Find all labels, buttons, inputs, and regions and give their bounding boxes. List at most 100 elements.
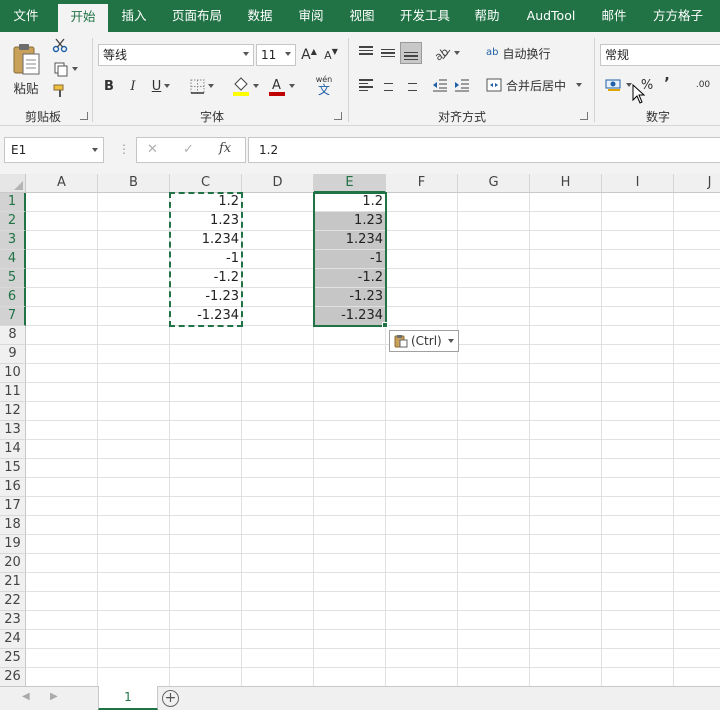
comma-style-button[interactable]: ’ [660,72,674,94]
row-header-15[interactable]: 15 [0,459,26,478]
cell-a20[interactable] [26,554,98,573]
cell-h19[interactable] [530,535,602,554]
cell-b9[interactable] [98,345,170,364]
cell-d12[interactable] [242,402,314,421]
alignment-launcher-icon[interactable] [580,112,588,120]
cell-b16[interactable] [98,478,170,497]
cell-a12[interactable] [26,402,98,421]
cell-i24[interactable] [602,630,674,649]
cell-c11[interactable] [170,383,242,402]
cell-e13[interactable] [314,421,386,440]
cell-j21[interactable] [674,573,720,592]
tab-help[interactable]: 帮助 [464,0,510,32]
cell-f25[interactable] [386,649,458,668]
cell-f13[interactable] [386,421,458,440]
cell-b8[interactable] [98,326,170,345]
cell-i21[interactable] [602,573,674,592]
cell-f4[interactable] [386,250,458,269]
cell-h3[interactable] [530,231,602,250]
row-header-12[interactable]: 12 [0,402,26,421]
cell-f26[interactable] [386,668,458,686]
name-box[interactable]: E1 [4,137,104,163]
cell-g7[interactable] [458,307,530,326]
cell-f22[interactable] [386,592,458,611]
tab-data[interactable]: 数据 [236,0,284,32]
cell-i10[interactable] [602,364,674,383]
row-header-17[interactable]: 17 [0,497,26,516]
row-header-16[interactable]: 16 [0,478,26,497]
cell-b18[interactable] [98,516,170,535]
cell-g11[interactable] [458,383,530,402]
cell-d9[interactable] [242,345,314,364]
cell-g6[interactable] [458,288,530,307]
row-header-22[interactable]: 22 [0,592,26,611]
cell-j1[interactable] [674,193,720,212]
cell-e20[interactable] [314,554,386,573]
cell-g23[interactable] [458,611,530,630]
cell-f16[interactable] [386,478,458,497]
cell-e12[interactable] [314,402,386,421]
cell-g20[interactable] [458,554,530,573]
cell-a13[interactable] [26,421,98,440]
cell-b11[interactable] [98,383,170,402]
column-header-j[interactable]: J [674,174,720,193]
cell-h21[interactable] [530,573,602,592]
cell-g2[interactable] [458,212,530,231]
tab-ffcell[interactable]: 方方格子 [640,0,716,32]
cell-j23[interactable] [674,611,720,630]
row-header-6[interactable]: 6 [0,288,26,307]
cell-i6[interactable] [602,288,674,307]
bold-button[interactable]: B [100,76,118,96]
cell-c14[interactable] [170,440,242,459]
cell-d19[interactable] [242,535,314,554]
cell-f1[interactable] [386,193,458,212]
tab-developer[interactable]: 开发工具 [390,0,460,32]
cell-d5[interactable] [242,269,314,288]
font-launcher-icon[interactable] [334,112,342,120]
underline-button[interactable]: U [146,76,176,96]
cell-e21[interactable] [314,573,386,592]
cell-c4[interactable]: -1 [170,250,242,269]
increase-indent-button[interactable] [452,74,472,96]
cell-h5[interactable] [530,269,602,288]
cell-j11[interactable] [674,383,720,402]
cell-g24[interactable] [458,630,530,649]
cell-c17[interactable] [170,497,242,516]
cell-g18[interactable] [458,516,530,535]
column-header-a[interactable]: A [26,174,98,193]
cell-d20[interactable] [242,554,314,573]
cell-j6[interactable] [674,288,720,307]
cell-a4[interactable] [26,250,98,269]
row-header-1[interactable]: 1 [0,193,26,212]
row-header-2[interactable]: 2 [0,212,26,231]
align-middle-button[interactable] [378,42,398,64]
cell-i14[interactable] [602,440,674,459]
cell-d13[interactable] [242,421,314,440]
cell-d23[interactable] [242,611,314,630]
cell-i9[interactable] [602,345,674,364]
cell-a26[interactable] [26,668,98,686]
cell-e19[interactable] [314,535,386,554]
font-color-button[interactable]: A [264,74,298,98]
cell-d15[interactable] [242,459,314,478]
cell-j13[interactable] [674,421,720,440]
cell-e24[interactable] [314,630,386,649]
cell-b6[interactable] [98,288,170,307]
cell-j16[interactable] [674,478,720,497]
cell-j17[interactable] [674,497,720,516]
paste-options-button[interactable]: (Ctrl) [389,330,459,352]
clipboard-launcher-icon[interactable] [80,112,88,120]
cell-j12[interactable] [674,402,720,421]
font-name-select[interactable]: 等线 [98,44,254,66]
cell-e4[interactable]: -1 [314,250,386,269]
cell-a21[interactable] [26,573,98,592]
cell-i11[interactable] [602,383,674,402]
cell-d26[interactable] [242,668,314,686]
cell-d22[interactable] [242,592,314,611]
cell-i20[interactable] [602,554,674,573]
cell-e7[interactable]: -1.234 [314,307,386,326]
cell-g13[interactable] [458,421,530,440]
cell-e17[interactable] [314,497,386,516]
cell-a6[interactable] [26,288,98,307]
cell-i13[interactable] [602,421,674,440]
